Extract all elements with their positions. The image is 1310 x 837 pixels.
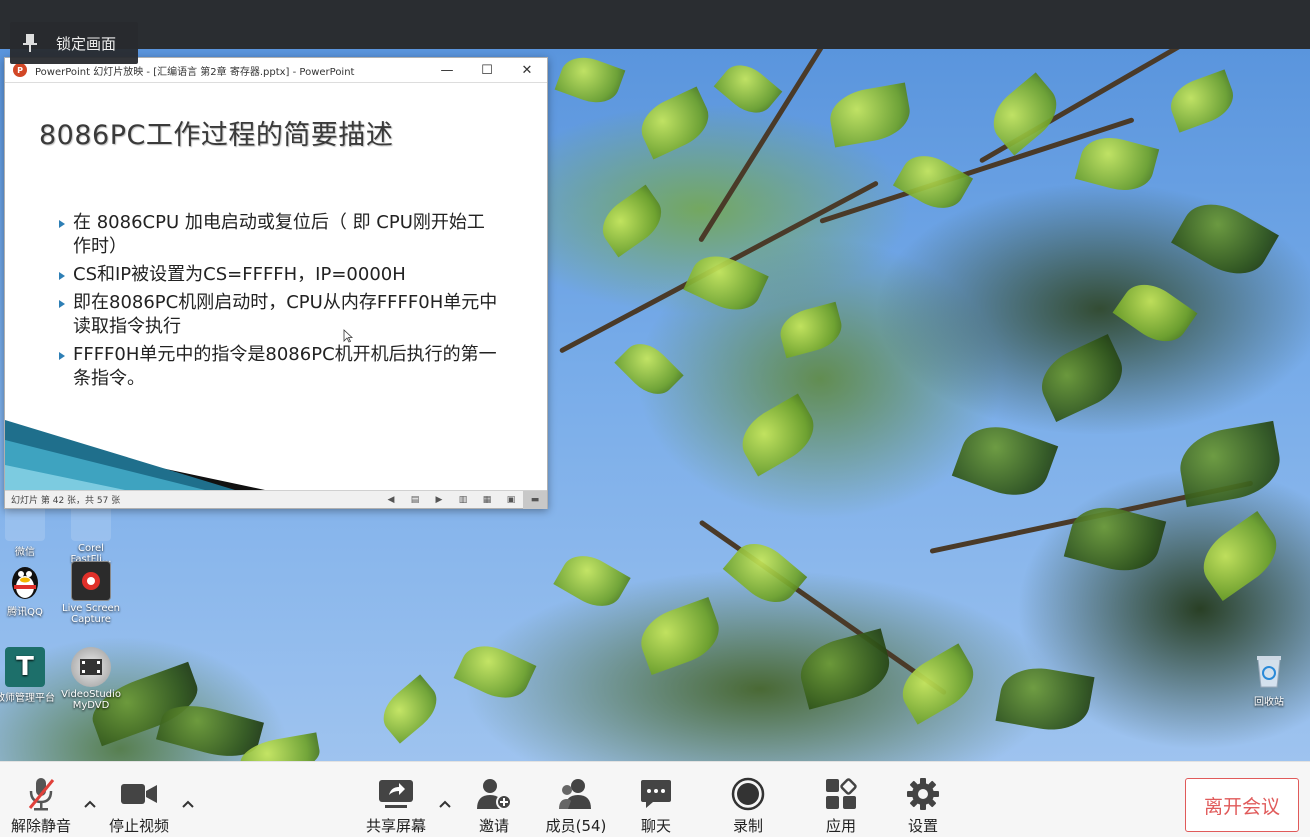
desktop-icon-recycle-bin[interactable]: 回收站 [1234,651,1304,708]
desktop-icon-corel[interactable]: Corel FastFli... [56,501,126,565]
normal-view-icon[interactable]: ▥ [451,491,475,509]
chat-button[interactable]: 聊天 [618,774,694,836]
slide-corner-decoration [5,420,265,490]
videostudio-icon [71,647,111,687]
record-icon [731,774,765,813]
minimize-button[interactable]: — [427,58,467,83]
lock-view-label: 锁定画面 [56,34,117,53]
members-label: 成员(54) [545,817,607,835]
slide-sorter-view-icon[interactable]: ▦ [475,491,499,509]
slide-bullet: 在 8086CPU 加电启动或复位后（ 即 CPU刚开始工作时） [59,211,499,259]
slide-title: 8086PC工作过程的简要描述 [39,120,394,151]
ppt-window-title: PowerPoint 幻灯片放映 - [汇编语言 第2章 寄存器.pptx] -… [35,66,355,78]
maximize-button[interactable]: ☐ [467,58,507,83]
shared-screen-desktop: 微信 Corel FastFli... 腾讯QQ Live Screen Cap… [0,49,1310,761]
teacher-platform-icon: T [5,647,45,687]
desktop-icon-label: 教师管理平台 [0,693,55,704]
desktop-icon-label: 腾讯QQ [7,607,43,618]
recycle-bin-icon [1249,651,1289,691]
desktop-icon-label: VideoStudio MyDVD [61,689,121,711]
slide-menu-icon[interactable]: ▤ [403,491,427,509]
desktop-icon-teacher-platform[interactable]: T 教师管理平台 [0,647,60,704]
share-screen-icon [377,774,415,813]
settings-label: 设置 [907,817,938,835]
slide-counter: 幻灯片 第 42 张，共 57 张 [11,496,121,506]
slide-bullet-list: 在 8086CPU 加电启动或复位后（ 即 CPU刚开始工作时） CS和IP被设… [59,211,499,395]
share-options-chevron-up-icon[interactable] [437,796,453,812]
share-screen-label: 共享屏幕 [365,817,426,835]
unmute-label: 解除静音 [10,817,71,835]
record-button[interactable]: 录制 [710,774,786,836]
apps-label: 应用 [825,817,856,835]
desktop-icon-label: Live Screen Capture [62,603,120,625]
unmute-button[interactable]: 解除静音 [3,774,79,836]
add-user-icon [476,774,512,813]
invite-button[interactable]: 邀请 [456,774,532,836]
desktop-icon-live-screen-capture[interactable]: Live Screen Capture [56,561,126,625]
mouse-cursor-icon [343,329,353,343]
desktop-icon-label: 微信 [15,547,35,558]
slide-bullet: 即在8086PC机刚启动时，CPU从内存FFFF0H单元中读取指令执行 [59,291,499,339]
video-camera-icon [120,774,158,813]
members-button[interactable]: 成员(54) [538,774,614,836]
slide-bullet: CS和IP被设置为CS=FFFFH，IP=0000H [59,263,499,287]
share-screen-button[interactable]: 共享屏幕 [358,774,434,836]
pin-icon [10,22,50,64]
record-label: 录制 [732,817,763,835]
reading-view-icon[interactable]: ▣ [499,491,523,509]
desktop-icon-qq[interactable]: 腾讯QQ [0,561,60,618]
video-options-chevron-up-icon[interactable] [180,796,196,812]
members-icon [558,774,594,813]
muted-microphone-icon [25,774,57,813]
next-slide-icon[interactable]: ▶ [427,491,451,509]
invite-label: 邀请 [478,817,509,835]
stop-video-label: 停止视频 [108,817,169,835]
slide-canvas[interactable]: 8086PC工作过程的简要描述 在 8086CPU 加电启动或复位后（ 即 CP… [5,83,547,490]
ppt-status-bar: 幻灯片 第 42 张，共 57 张 ◀ ▤ ▶ ▥ ▦ ▣ ▬ [5,490,547,509]
settings-button[interactable]: 设置 [885,774,961,836]
audio-options-chevron-up-icon[interactable] [82,796,98,812]
apps-button[interactable]: 应用 [803,774,879,836]
powerpoint-icon: P [13,63,27,77]
desktop-icon-label: 回收站 [1254,697,1284,708]
gear-icon [906,774,940,813]
chat-bubble-icon [639,774,673,813]
powerpoint-window[interactable]: P PowerPoint 幻灯片放映 - [汇编语言 第2章 寄存器.pptx]… [4,57,548,509]
previous-slide-icon[interactable]: ◀ [379,491,403,509]
qq-penguin-icon [5,561,45,601]
screen-capture-icon [71,561,111,601]
meeting-top-bar [0,0,1310,49]
chat-label: 聊天 [640,817,671,835]
stop-video-button[interactable]: 停止视频 [101,774,177,836]
close-button[interactable]: ✕ [507,58,547,83]
meeting-toolbar: 解除静音 停止视频 共享屏幕 邀请 成员(54) 聊天 录制 应用 设置 离开会… [0,761,1310,837]
slide-bullet: FFFF0H单元中的指令是8086PC机开机后执行的第一条指令。 [59,343,499,391]
desktop-icon-wechat[interactable]: 微信 [0,501,60,558]
slideshow-view-icon[interactable]: ▬ [523,490,547,509]
desktop-icon-videostudio[interactable]: VideoStudio MyDVD [56,647,126,711]
lock-view-button[interactable]: 锁定画面 [10,22,138,64]
apps-grid-icon [824,774,858,813]
leave-meeting-button[interactable]: 离开会议 [1185,778,1299,832]
